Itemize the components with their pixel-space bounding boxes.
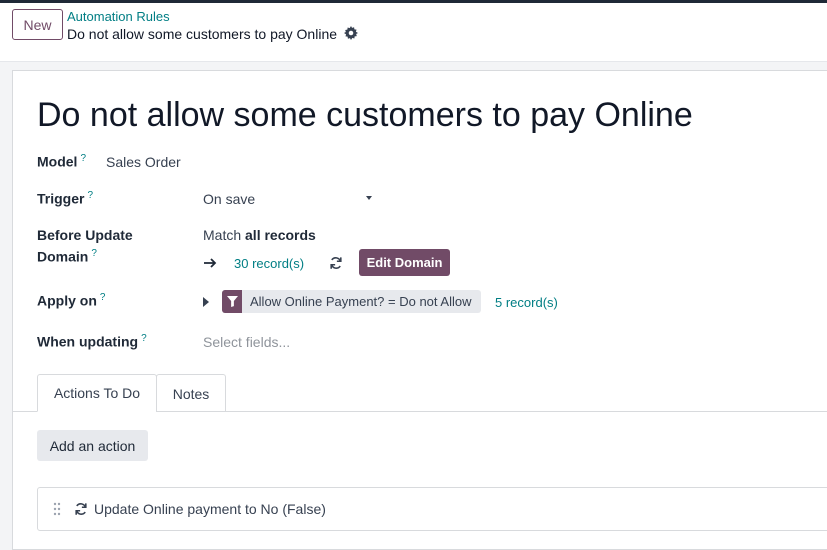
before-update-label-line2: Domain? bbox=[37, 248, 97, 265]
breadcrumb-current-record: Do not allow some customers to pay Onlin… bbox=[67, 26, 338, 42]
match-prefix: Match bbox=[203, 227, 242, 243]
trigger-label-text: Trigger bbox=[37, 190, 85, 207]
apply-on-label-text: Apply on bbox=[37, 292, 97, 309]
expand-caret-icon[interactable] bbox=[203, 297, 209, 307]
match-bold: all records bbox=[245, 227, 316, 243]
model-value: Sales Order bbox=[106, 154, 181, 170]
apply-on-records-link[interactable]: 5 record(s) bbox=[495, 295, 558, 310]
when-updating-help-icon[interactable]: ? bbox=[141, 333, 147, 344]
drag-handle-icon[interactable] bbox=[53, 502, 61, 516]
apply-on-label: Apply on? bbox=[37, 292, 105, 309]
gear-icon[interactable] bbox=[344, 26, 358, 40]
before-update-label-line1: Before Update bbox=[37, 227, 133, 243]
before-update-help-icon[interactable]: ? bbox=[91, 248, 97, 259]
trigger-select[interactable]: On save bbox=[203, 191, 255, 207]
trigger-caret-icon[interactable] bbox=[366, 196, 372, 200]
edit-domain-button[interactable]: Edit Domain bbox=[359, 249, 450, 276]
update-record-icon bbox=[75, 503, 87, 515]
record-title[interactable]: Do not allow some customers to pay Onlin… bbox=[37, 96, 693, 135]
model-help-icon[interactable]: ? bbox=[80, 153, 86, 164]
model-label-text: Model bbox=[37, 153, 78, 170]
breadcrumb-automation-rules[interactable]: Automation Rules bbox=[67, 9, 170, 24]
add-action-button[interactable]: Add an action bbox=[37, 430, 148, 461]
domain-filter-tag[interactable]: Allow Online Payment? = Do not Allow bbox=[222, 290, 481, 313]
action-label: Update Online payment to No (False) bbox=[94, 501, 326, 517]
new-button[interactable]: New bbox=[12, 9, 63, 40]
refresh-icon[interactable] bbox=[329, 256, 343, 270]
before-update-label-text: Domain bbox=[37, 248, 89, 265]
filter-icon bbox=[222, 290, 242, 313]
before-update-records-link[interactable]: 30 record(s) bbox=[234, 256, 304, 271]
apply-on-help-icon[interactable]: ? bbox=[100, 292, 106, 303]
model-label: Model? bbox=[37, 153, 86, 170]
when-updating-label: When updating? bbox=[37, 333, 147, 350]
tab-actions-to-do[interactable]: Actions To Do bbox=[37, 374, 157, 412]
match-all-records: Match all records bbox=[203, 227, 316, 243]
trigger-label: Trigger? bbox=[37, 190, 93, 207]
tab-notes[interactable]: Notes bbox=[156, 374, 226, 412]
when-updating-label-text: When updating bbox=[37, 333, 139, 350]
when-updating-field-select[interactable]: Select fields... bbox=[203, 334, 290, 350]
trigger-help-icon[interactable]: ? bbox=[87, 190, 93, 201]
filter-text: Allow Online Payment? = Do not Allow bbox=[250, 294, 472, 309]
arrow-right-icon bbox=[204, 258, 217, 268]
